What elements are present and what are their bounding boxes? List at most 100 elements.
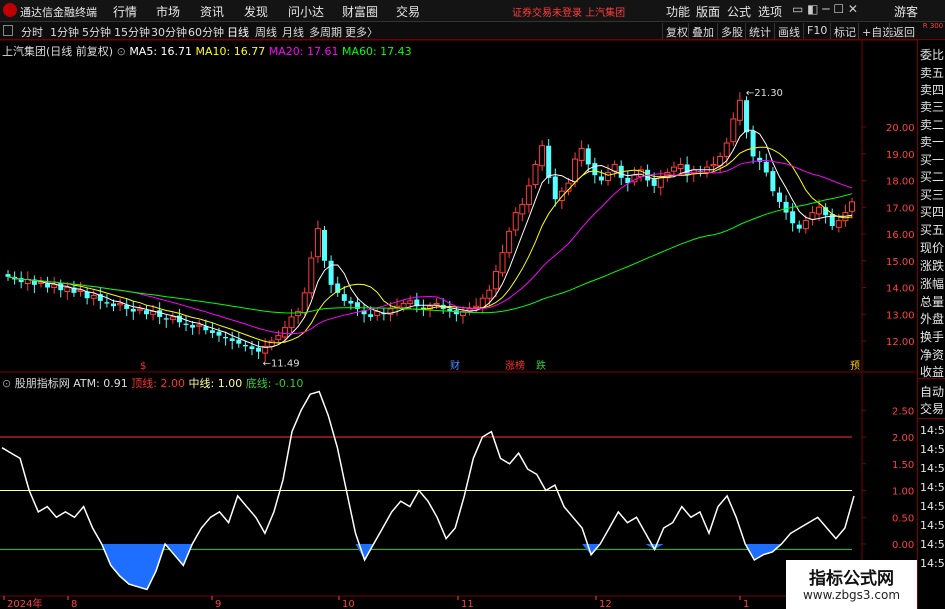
button-statistics[interactable]: 统计 <box>745 23 774 39</box>
price-axis-label: 13.00 <box>886 310 915 321</box>
side-tab[interactable]: 买一 <box>920 153 945 168</box>
button-overlay[interactable]: 叠加 <box>688 23 717 39</box>
side-tab[interactable]: 外盘 <box>920 312 945 327</box>
side-tab[interactable]: 14:56 <box>920 556 945 571</box>
login-notice[interactable]: 证券交易未登录 上汽集团 <box>512 4 625 19</box>
candle-body-down <box>18 278 24 283</box>
side-tab[interactable]: 自动 <box>920 385 945 400</box>
date-axis-label: 8 <box>71 599 77 609</box>
side-tab[interactable]: 买三 <box>920 188 945 203</box>
period-monthly[interactable]: 月线 <box>282 24 304 40</box>
period-weekly[interactable]: 周线 <box>255 24 277 40</box>
period-1min[interactable]: 1分钟 <box>50 24 79 40</box>
side-tab[interactable]: 净资 <box>920 348 945 363</box>
stock-title[interactable]: 上汽集团(日线 前复权) <box>2 45 113 58</box>
side-tab[interactable]: 换手 <box>920 330 945 345</box>
period-intraday[interactable]: 分时 <box>21 24 43 40</box>
candle-body-up <box>849 201 855 212</box>
user-label[interactable]: 游客 <box>894 3 918 20</box>
price-axis-label: 20.00 <box>886 123 915 134</box>
side-tab[interactable]: 总量 <box>920 295 945 310</box>
candle-body-down <box>823 207 829 216</box>
candle-body-up <box>64 287 71 293</box>
candle-body-up <box>301 292 308 314</box>
top-line-value: 顶线: 2.00 <box>131 377 185 390</box>
button-mark[interactable]: 标记 <box>830 23 859 39</box>
menu-discover[interactable]: 发现 <box>244 3 268 20</box>
side-tab[interactable]: 卖五 <box>920 66 945 81</box>
candle-body-up <box>77 289 84 293</box>
candle-body-down <box>651 179 657 186</box>
period-more[interactable]: 更多〉 <box>345 24 378 40</box>
settings-icon[interactable]: ⊙ <box>117 45 126 58</box>
side-tab[interactable]: 涨跌 <box>920 259 945 274</box>
button-f10[interactable]: F10 <box>803 23 830 39</box>
side-tab[interactable]: 14:56 <box>920 518 945 533</box>
menu-wealth-circle[interactable]: 财富圈 <box>342 3 378 20</box>
menu-market[interactable]: 市场 <box>156 3 180 20</box>
indicator-settings-icon[interactable]: ⊙ <box>2 377 11 390</box>
ma10-label: MA10: 16.77 <box>195 45 266 58</box>
menu-formula[interactable]: 公式 <box>727 3 751 20</box>
side-tab[interactable]: 卖四 <box>920 83 945 98</box>
button-adjust[interactable]: 复权 <box>662 23 691 39</box>
candle-body-down <box>348 300 354 304</box>
menu-options[interactable]: 选项 <box>758 3 782 20</box>
indicator-negative-fill <box>101 544 782 590</box>
side-tab[interactable]: 现价 <box>920 241 945 256</box>
side-tab[interactable]: 14:56 <box>920 442 945 457</box>
candle-body-up <box>466 308 473 313</box>
menu-layout[interactable]: 版面 <box>696 3 720 20</box>
side-tab[interactable]: 卖一 <box>920 135 945 150</box>
event-tag: $ <box>140 361 146 372</box>
period-daily[interactable]: 日线 <box>227 24 249 40</box>
menu-trade[interactable]: 交易 <box>396 3 420 20</box>
candle-body-up <box>136 308 143 311</box>
menu-function[interactable]: 功能 <box>666 3 690 20</box>
app-titlebar: 通达信金融终端 行情 市场 资讯 发现 问小达 财富圈 交易 证券交易未登录 上… <box>0 0 945 22</box>
indicator-name[interactable]: 股朋指标网 <box>15 377 70 390</box>
side-tab[interactable]: 14:56 <box>920 480 945 495</box>
high-price-label: ←21.30 <box>746 88 783 99</box>
candle-body-up <box>664 171 671 179</box>
event-tag: 财 <box>450 359 460 372</box>
menu-market-quotes[interactable]: 行情 <box>113 3 137 20</box>
menu-news[interactable]: 资讯 <box>200 3 224 20</box>
period-15min[interactable]: 15分钟 <box>114 24 150 40</box>
candle-body-down <box>684 164 690 176</box>
candle-body-down <box>368 314 374 317</box>
side-tab[interactable]: 买四 <box>920 205 945 220</box>
button-back[interactable]: 返回 <box>889 23 918 39</box>
pin-icon[interactable] <box>3 25 13 36</box>
button-draw-line[interactable]: 画线 <box>774 23 803 39</box>
menu-ask-xiaoda[interactable]: 问小达 <box>288 3 324 20</box>
period-5min[interactable]: 5分钟 <box>82 24 111 40</box>
period-30min[interactable]: 30分钟 <box>151 24 187 40</box>
side-tab[interactable]: 卖二 <box>920 118 945 133</box>
side-tab[interactable]: 14:56 <box>920 537 945 552</box>
side-tab[interactable]: 委比 <box>920 48 945 63</box>
candle-body-down <box>618 165 624 178</box>
side-tab[interactable]: 14:56 <box>920 423 945 438</box>
date-axis-label: 10 <box>342 599 355 609</box>
candle-body-down <box>592 163 598 176</box>
side-tab[interactable]: 买五 <box>920 223 945 238</box>
side-tab[interactable]: 涨幅 <box>920 277 945 292</box>
date-axis-label: 12 <box>599 599 612 609</box>
event-tag: 跌 <box>536 359 546 372</box>
side-tab[interactable]: 14:56 <box>920 461 945 476</box>
candle-body-down <box>625 177 631 184</box>
button-multi-stock[interactable]: 多股 <box>717 23 746 39</box>
side-tab[interactable]: 交易 <box>920 402 945 417</box>
side-tab[interactable]: 买二 <box>920 170 945 185</box>
side-tab[interactable]: 卖三 <box>920 100 945 115</box>
side-tab[interactable]: 14:56 <box>920 499 945 514</box>
period-60min[interactable]: 60分钟 <box>188 24 224 40</box>
candle-body-up <box>611 163 618 172</box>
bottom-line-value: 底线: -0.10 <box>245 377 304 390</box>
candle-body-down <box>104 302 110 304</box>
period-multi[interactable]: 多周期 <box>309 24 342 40</box>
candle-body-down <box>229 338 235 341</box>
candle-body-up <box>638 169 644 177</box>
candle-body-up <box>308 257 315 294</box>
